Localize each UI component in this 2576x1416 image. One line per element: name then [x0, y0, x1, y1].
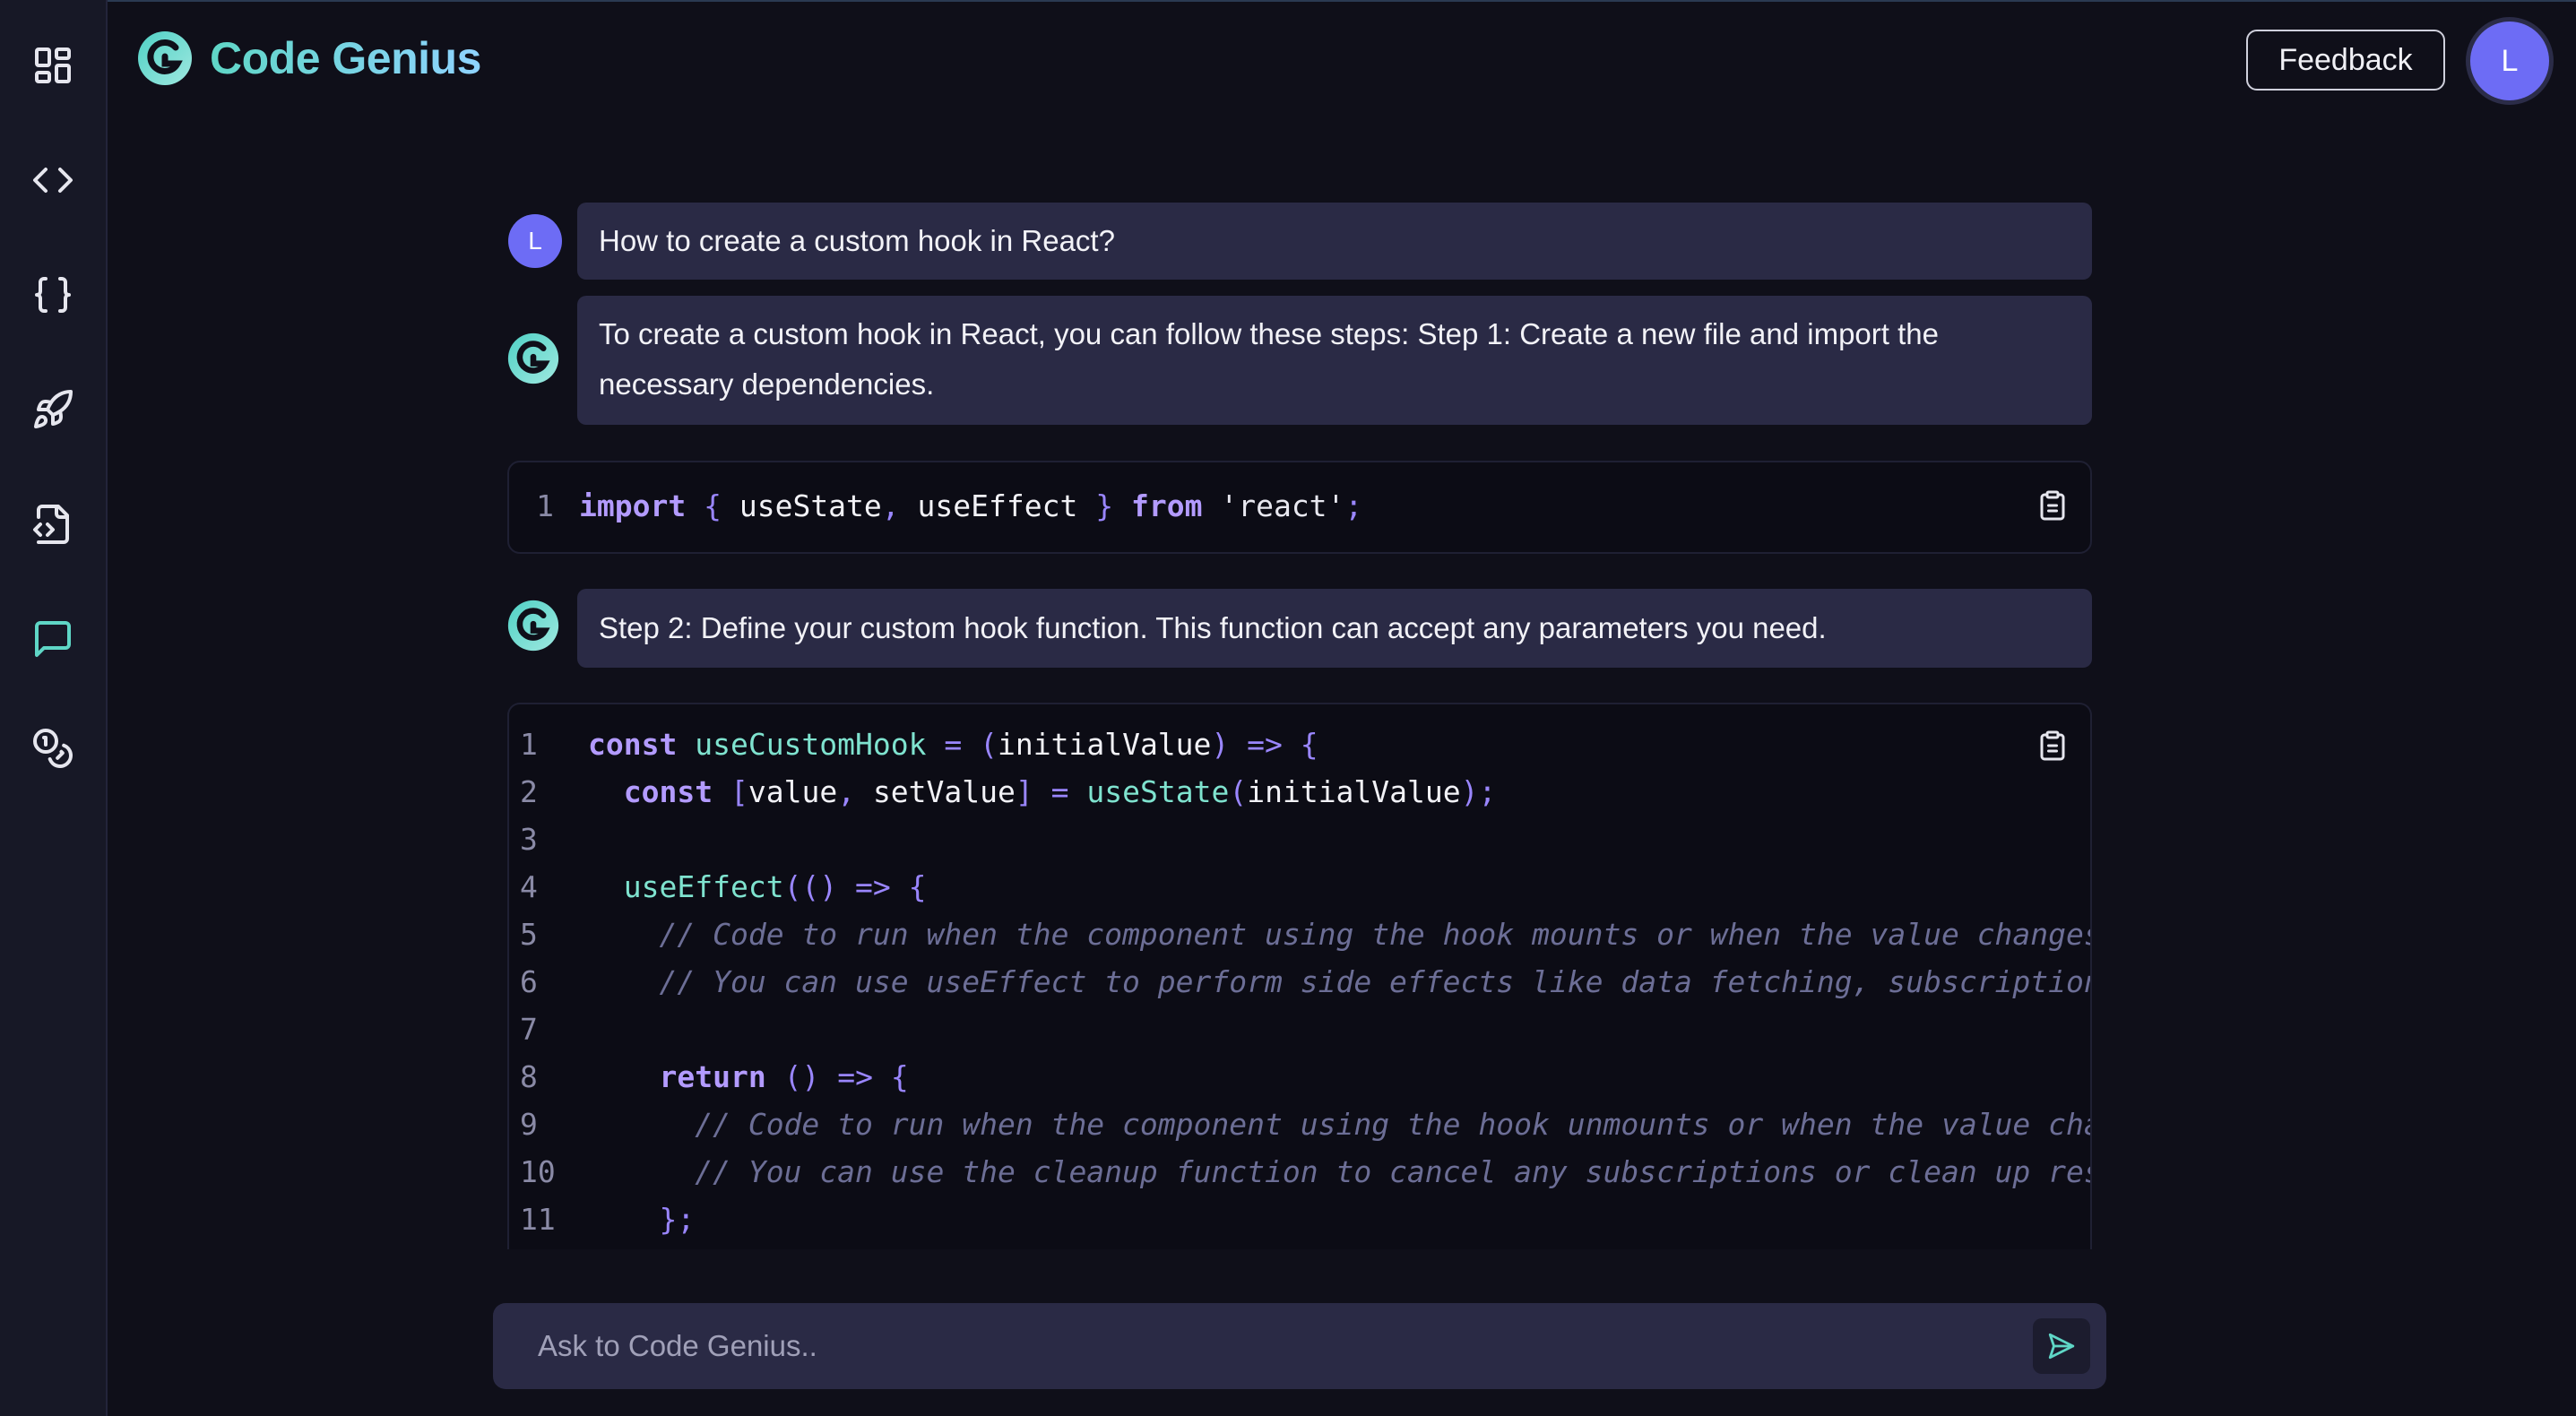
code-line: 9 // Code to run when the component usin… [520, 1101, 2090, 1148]
code-line: 10 // You can use the cleanup function t… [520, 1148, 2090, 1196]
chat-icon [35, 621, 71, 657]
line-number: 9 [520, 1107, 538, 1142]
bot-step2-bubble: Step 2: Define your custom hook function… [577, 589, 2092, 668]
line-number: 1 [536, 488, 554, 523]
line-number: 5 [520, 917, 538, 952]
user-question-text: How to create a custom hook in React? [599, 224, 1115, 257]
top-border [0, 0, 2576, 2]
braces-icon [35, 277, 71, 313]
line-number: 11 [520, 1202, 556, 1237]
rocket-icon [34, 389, 73, 428]
code-line: 11 }; [520, 1196, 695, 1243]
sidebar-item-code[interactable] [0, 131, 106, 229]
app-name: Code Genius [210, 33, 481, 83]
code-line: 8 return () => { [520, 1053, 909, 1101]
bot-answer-bubble: To create a custom hook in React, you ca… [577, 296, 2092, 425]
line-number: 8 [520, 1059, 538, 1094]
bot-answer-text: To create a custom hook in React, you ca… [599, 317, 1939, 401]
code-line: 1 const useCustomHook = (initialValue) =>… [520, 721, 1318, 768]
clipboard-icon[interactable] [2036, 489, 2069, 522]
user-avatar[interactable]: L [2470, 22, 2549, 100]
code-block-imports: 1 import { useState, useEffect } from 're… [507, 461, 2092, 554]
bot-step2-text: Step 2: Define your custom hook function… [599, 611, 1827, 644]
coins-icon [33, 729, 73, 768]
code-line: 2 const [value, setValue] = useState(ini… [520, 768, 1496, 816]
dashboard-icon [35, 47, 71, 83]
line-number: 4 [520, 869, 538, 904]
line-number: 6 [520, 964, 538, 999]
user-question-bubble: How to create a custom hook in React? [577, 203, 2092, 280]
sidebar-item-chat[interactable] [0, 590, 106, 688]
bot-avatar-icon [507, 600, 559, 652]
code-line: 5 // Code to run when the component usin… [520, 911, 2090, 958]
chat-input-bar [493, 1303, 2106, 1389]
code-line: 3 [520, 816, 588, 863]
sidebar-item-code-file[interactable] [0, 475, 106, 574]
sidebar-item-deploy[interactable] [0, 360, 106, 459]
code-file-icon [33, 505, 69, 544]
user-message-avatar: L [508, 214, 562, 268]
code-line: 7 [520, 1006, 588, 1053]
app-logo[interactable]: Code Genius [136, 27, 481, 90]
line-number: 10 [520, 1154, 556, 1189]
sidebar [0, 0, 108, 1416]
code-line: 6 // You can use useEffect to perform si… [520, 958, 2090, 1006]
code-icon [33, 168, 73, 193]
feedback-button[interactable]: Feedback [2246, 30, 2445, 91]
code-block-hook: 1 const useCustomHook = (initialValue) =>… [507, 703, 2092, 1249]
code-line: 4 useEffect(() => { [520, 863, 927, 911]
sidebar-item-json[interactable] [0, 246, 106, 344]
sidebar-item-dashboard[interactable] [0, 16, 106, 115]
bot-avatar-icon [507, 332, 559, 384]
line-number: 1 [520, 727, 538, 762]
line-number: 2 [520, 774, 538, 809]
clipboard-icon[interactable] [2036, 730, 2069, 762]
chat-input[interactable] [493, 1303, 2017, 1389]
line-number: 3 [520, 822, 538, 857]
line-number: 7 [520, 1012, 538, 1047]
code-line: 1 import { useState, useEffect } from 're… [509, 482, 1362, 530]
code-genius-logo-icon [138, 31, 192, 85]
send-button[interactable] [2033, 1318, 2090, 1374]
sidebar-item-credits[interactable] [0, 699, 106, 798]
send-icon [2048, 1333, 2075, 1360]
